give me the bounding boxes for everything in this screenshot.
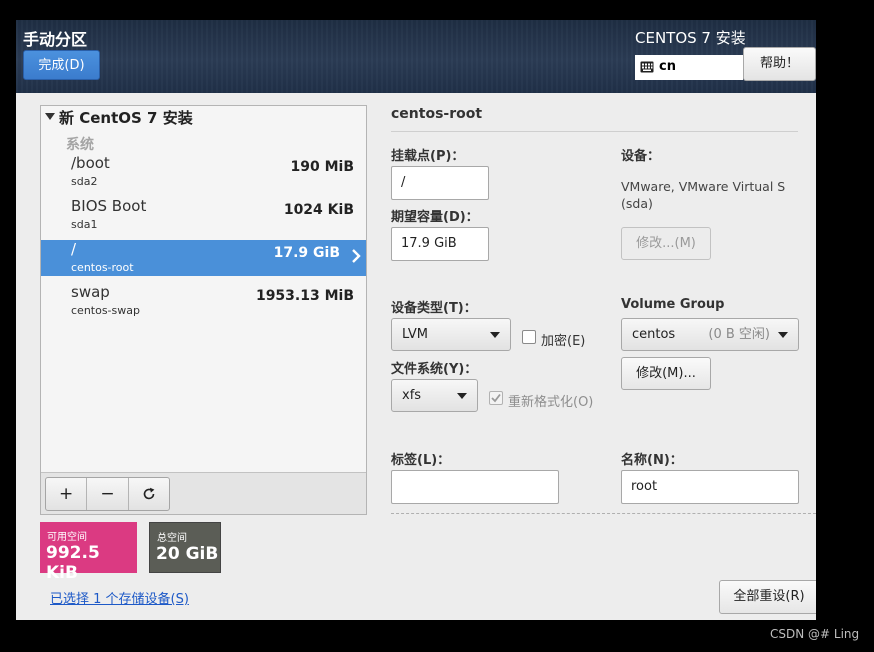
remove-partition-button[interactable]: − [87,478,129,510]
done-button[interactable]: 完成(D) [23,50,100,80]
desired-capacity-input[interactable]: 17.9 GiB [391,227,489,261]
dropdown-arrow-icon [457,393,467,399]
total-space-label: 总空间 [157,533,187,544]
encrypt-label: 加密(E) [541,334,586,349]
modify-volume-group-button[interactable]: 修改(M)... [621,357,711,390]
volume-group-value: centos [632,327,676,342]
partition-row-bios-boot[interactable]: BIOS Boot sda1 1024 KiB [41,197,366,233]
filesystem-value: xfs [402,388,422,403]
dashed-divider [391,513,816,514]
partition-device: sda2 [71,175,98,188]
product-title: CENTOS 7 安装 [635,29,746,47]
partition-name: / [71,240,77,258]
name-input[interactable]: root [621,470,799,504]
partition-device: centos-root [71,261,134,274]
partition-size: 190 MiB [290,159,355,175]
available-space-value: 992.5 KiB [46,543,100,583]
partition-toolbar: + − [41,472,366,514]
keyboard-layout-text: cn [659,59,676,74]
modify-device-button[interactable]: 修改...(M) [621,227,711,260]
tag-label: 标签(L)： [391,453,451,468]
partition-row-boot[interactable]: /boot sda2 190 MiB [41,154,366,190]
system-section-label: 系统 [66,137,94,153]
partition-button-group: + − [45,477,170,511]
name-label: 名称(N)： [621,453,683,468]
partition-size: 1024 KiB [283,202,354,218]
desired-capacity-label: 期望容量(D)： [391,210,479,225]
header-bar: 手动分区 完成(D) CENTOS 7 安装 cn 帮助！ [16,20,816,93]
partition-device: centos-swap [71,304,140,317]
partition-size: 1953.13 MiB [255,288,354,304]
page-title: 手动分区 [23,30,88,49]
dropdown-arrow-icon [778,332,788,338]
partition-name: BIOS Boot [71,197,147,215]
keyboard-layout-indicator[interactable]: cn [635,55,743,80]
mount-point-input[interactable]: / [391,166,489,200]
dropdown-arrow-icon [490,332,500,338]
installation-group-header[interactable]: 新 CentOS 7 安装 [45,107,193,128]
reformat-label: 重新格式化(O) [508,395,594,410]
checkmark-icon [491,393,501,403]
watermark-text: CSDN @# Ling [770,627,860,641]
partition-row-swap[interactable]: swap centos-swap 1953.13 MiB [41,283,366,319]
partition-name: /boot [71,154,110,172]
installation-group-label: 新 CentOS 7 安装 [59,109,193,127]
volume-group-combo[interactable]: centos (0 B 空闲) [621,318,799,351]
encrypt-checkbox[interactable] [522,330,536,344]
mount-point-label: 挂载点(P)： [391,149,465,164]
device-label: 设备： [621,149,661,164]
device-description: VMware, VMware Virtual S (sda) [621,178,785,212]
available-space-box: 可用空间 992.5 KiB [40,522,137,583]
expand-triangle-icon [45,113,55,120]
total-space-value: 20 GiB [156,544,219,564]
installer-window: 手动分区 完成(D) CENTOS 7 安装 cn 帮助！ 新 CentOS 7… [16,20,816,620]
refresh-button[interactable] [129,478,169,510]
device-type-value: LVM [402,327,428,342]
tag-input[interactable] [391,470,559,504]
keyboard-icon [640,61,654,73]
device-description-line-2: (sda) [621,196,653,211]
partition-size: 17.9 GiB [273,245,340,261]
reformat-checkbox[interactable] [489,391,503,405]
refresh-icon [143,487,155,500]
filesystem-combo[interactable]: xfs [391,379,478,412]
available-space-label: 可用空间 [47,532,87,543]
volume-group-free-space: (0 B 空闲) [708,327,770,342]
partition-device: sda1 [71,218,98,231]
selected-partition-title: centos-root [391,106,483,122]
partition-tree-panel: 新 CentOS 7 安装 系统 /boot sda2 190 MiB BIOS… [40,105,367,515]
total-space-box: 总空间 20 GiB [149,522,221,573]
chevron-right-icon [352,249,361,263]
title-divider [391,131,798,132]
partition-row-root[interactable]: / centos-root 17.9 GiB [41,240,366,276]
reset-all-button[interactable]: 全部重设(R) [719,580,816,614]
selected-storage-link[interactable]: 已选择 1 个存储设备(S) [50,588,189,607]
add-partition-button[interactable]: + [46,478,88,510]
help-button[interactable]: 帮助！ [743,47,816,81]
filesystem-label: 文件系统(Y)： [391,362,478,377]
partition-name: swap [71,283,110,301]
device-description-line-1: VMware, VMware Virtual S [621,179,786,194]
device-type-label: 设备类型(T)： [391,301,477,316]
device-type-combo[interactable]: LVM [391,318,511,351]
volume-group-label: Volume Group [621,297,725,312]
